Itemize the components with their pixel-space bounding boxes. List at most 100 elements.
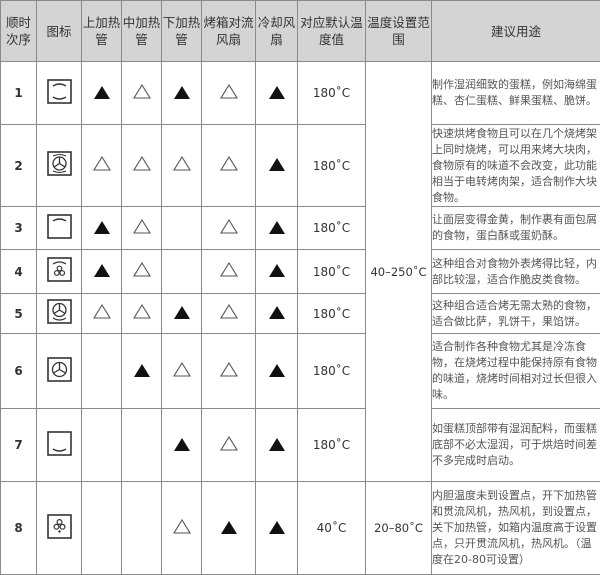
- row-icon-cell: [37, 294, 82, 334]
- default-temp: 180˚C: [298, 125, 366, 207]
- mid-heater-cell: [122, 482, 162, 575]
- header-icon: 图标: [37, 1, 82, 62]
- outline-triangle-icon: [220, 219, 238, 234]
- convection-fan-full-heat-icon: [47, 151, 72, 176]
- temp-range: 40–250˚C: [366, 62, 432, 482]
- filled-triangle-icon: [174, 86, 190, 99]
- header-default-temp: 对应默认温度值: [298, 1, 366, 62]
- outline-triangle-icon: [133, 219, 151, 234]
- row-icon-cell: [37, 207, 82, 250]
- row-icon-cell: [37, 250, 82, 294]
- row-icon-cell: [37, 482, 82, 575]
- mid-heater-cell: [122, 250, 162, 294]
- filled-triangle-icon: [269, 221, 285, 234]
- row-seq: 5: [1, 294, 37, 334]
- outline-triangle-icon: [173, 362, 191, 377]
- header-mid-heater: 中加热管: [122, 1, 162, 62]
- top-bottom-heat-icon: [47, 79, 72, 104]
- convection-fan-icon: [47, 357, 72, 382]
- bottom-heater-cell: [162, 482, 202, 575]
- filled-triangle-icon: [269, 264, 285, 277]
- top-heat-fan-icon: [47, 257, 72, 282]
- top-heater-cell: [82, 125, 122, 207]
- convection-fan-cell: [202, 62, 256, 125]
- row-icon-cell: [37, 409, 82, 482]
- outline-triangle-icon: [220, 304, 238, 319]
- row-seq: 4: [1, 250, 37, 294]
- top-heat-icon: [47, 214, 72, 239]
- header-row: 顺时次序 图标 上加热管 中加热管 下加热管 烤箱对流风扇 冷却风扇 对应默认温…: [1, 1, 600, 62]
- temp-range: 20–80˚C: [366, 482, 432, 575]
- top-heater-cell: [82, 62, 122, 125]
- filled-triangle-icon: [174, 306, 190, 319]
- row-seq: 1: [1, 62, 37, 125]
- convection-fan-cell: [202, 294, 256, 334]
- convection-fan-cell: [202, 334, 256, 409]
- top-heater-cell: [82, 482, 122, 575]
- bottom-heat-convection-icon: [47, 299, 72, 324]
- default-temp: 180˚C: [298, 62, 366, 125]
- fan-defrost-icon: [47, 514, 72, 539]
- top-heater-cell: [82, 409, 122, 482]
- row-seq: 3: [1, 207, 37, 250]
- table-row: 3 180˚C 让面层变得金黄，制作裹有面包屑的食物，蛋白酥或蛋奶酥。: [1, 207, 600, 250]
- row-seq: 8: [1, 482, 37, 575]
- outline-triangle-icon: [220, 262, 238, 277]
- outline-triangle-icon: [133, 304, 151, 319]
- filled-triangle-icon: [221, 521, 237, 534]
- filled-triangle-icon: [269, 86, 285, 99]
- convection-fan-cell: [202, 250, 256, 294]
- filled-triangle-icon: [269, 306, 285, 319]
- mid-heater-cell: [122, 294, 162, 334]
- usage-text: 这种组合对食物外表烤得比轻，内部比较湿，适合作脆皮类食物。: [432, 250, 600, 294]
- filled-triangle-icon: [94, 264, 110, 277]
- outline-triangle-icon: [93, 304, 111, 319]
- filled-triangle-icon: [269, 158, 285, 171]
- bottom-heater-cell: [162, 294, 202, 334]
- convection-fan-cell: [202, 207, 256, 250]
- header-seq: 顺时次序: [1, 1, 37, 62]
- outline-triangle-icon: [220, 156, 238, 171]
- usage-text: 让面层变得金黄，制作裹有面包屑的食物，蛋白酥或蛋奶酥。: [432, 207, 600, 250]
- header-convection-fan: 烤箱对流风扇: [202, 1, 256, 62]
- row-seq: 2: [1, 125, 37, 207]
- outline-triangle-icon: [173, 156, 191, 171]
- default-temp: 180˚C: [298, 250, 366, 294]
- filled-triangle-icon: [134, 364, 150, 377]
- mid-heater-cell: [122, 207, 162, 250]
- outline-triangle-icon: [220, 84, 238, 99]
- table-row: 2 180˚C 快速烘烤食物且可以在几个烧烤架上同时烧烤，可以用来烤大块肉，食物原有…: [1, 125, 600, 207]
- default-temp: 180˚C: [298, 294, 366, 334]
- table-row: 4 180˚C 这种组合对食物外表烤得比轻，内部比较湿，适合作脆皮类食物。: [1, 250, 600, 294]
- table-row: 6180˚C适合制作各种食物尤其是冷冻食物，在烧烤过程中能保持原有食物的味道，烧…: [1, 334, 600, 409]
- usage-text: 这种组合适合烤无需太熟的食物，适合做比萨，乳饼干，果馅饼。: [432, 294, 600, 334]
- top-heater-cell: [82, 207, 122, 250]
- cooling-fan-cell: [256, 62, 298, 125]
- default-temp: 180˚C: [298, 207, 366, 250]
- default-temp: 180˚C: [298, 334, 366, 409]
- top-heater-cell: [82, 334, 122, 409]
- mid-heater-cell: [122, 125, 162, 207]
- cooling-fan-cell: [256, 482, 298, 575]
- row-icon-cell: [37, 334, 82, 409]
- filled-triangle-icon: [174, 438, 190, 451]
- mid-heater-cell: [122, 334, 162, 409]
- oven-mode-table: 顺时次序 图标 上加热管 中加热管 下加热管 烤箱对流风扇 冷却风扇 对应默认温…: [0, 0, 600, 575]
- outline-triangle-icon: [220, 362, 238, 377]
- cooling-fan-cell: [256, 125, 298, 207]
- outline-triangle-icon: [220, 436, 238, 451]
- header-cooling-fan: 冷却风扇: [256, 1, 298, 62]
- default-temp: 40˚C: [298, 482, 366, 575]
- outline-triangle-icon: [133, 156, 151, 171]
- mid-heater-cell: [122, 409, 162, 482]
- usage-text: 快速烘烤食物且可以在几个烧烤架上同时烧烤，可以用来烤大块肉，食物原有的味道不会改…: [432, 125, 600, 207]
- mid-heater-cell: [122, 62, 162, 125]
- table-row: 5 180˚C 这种组合适合烤无需太熟的食物，适合做比萨，乳饼干，果馅饼。: [1, 294, 600, 334]
- outline-triangle-icon: [173, 519, 191, 534]
- row-icon-cell: [37, 62, 82, 125]
- bottom-heater-cell: [162, 409, 202, 482]
- filled-triangle-icon: [269, 364, 285, 377]
- header-usage: 建议用途: [432, 1, 600, 62]
- table-row: 840˚C20–80˚C内胆温度未到设置点，开下加热管和贯流风机，热风机，到设置…: [1, 482, 600, 575]
- header-top-heater: 上加热管: [82, 1, 122, 62]
